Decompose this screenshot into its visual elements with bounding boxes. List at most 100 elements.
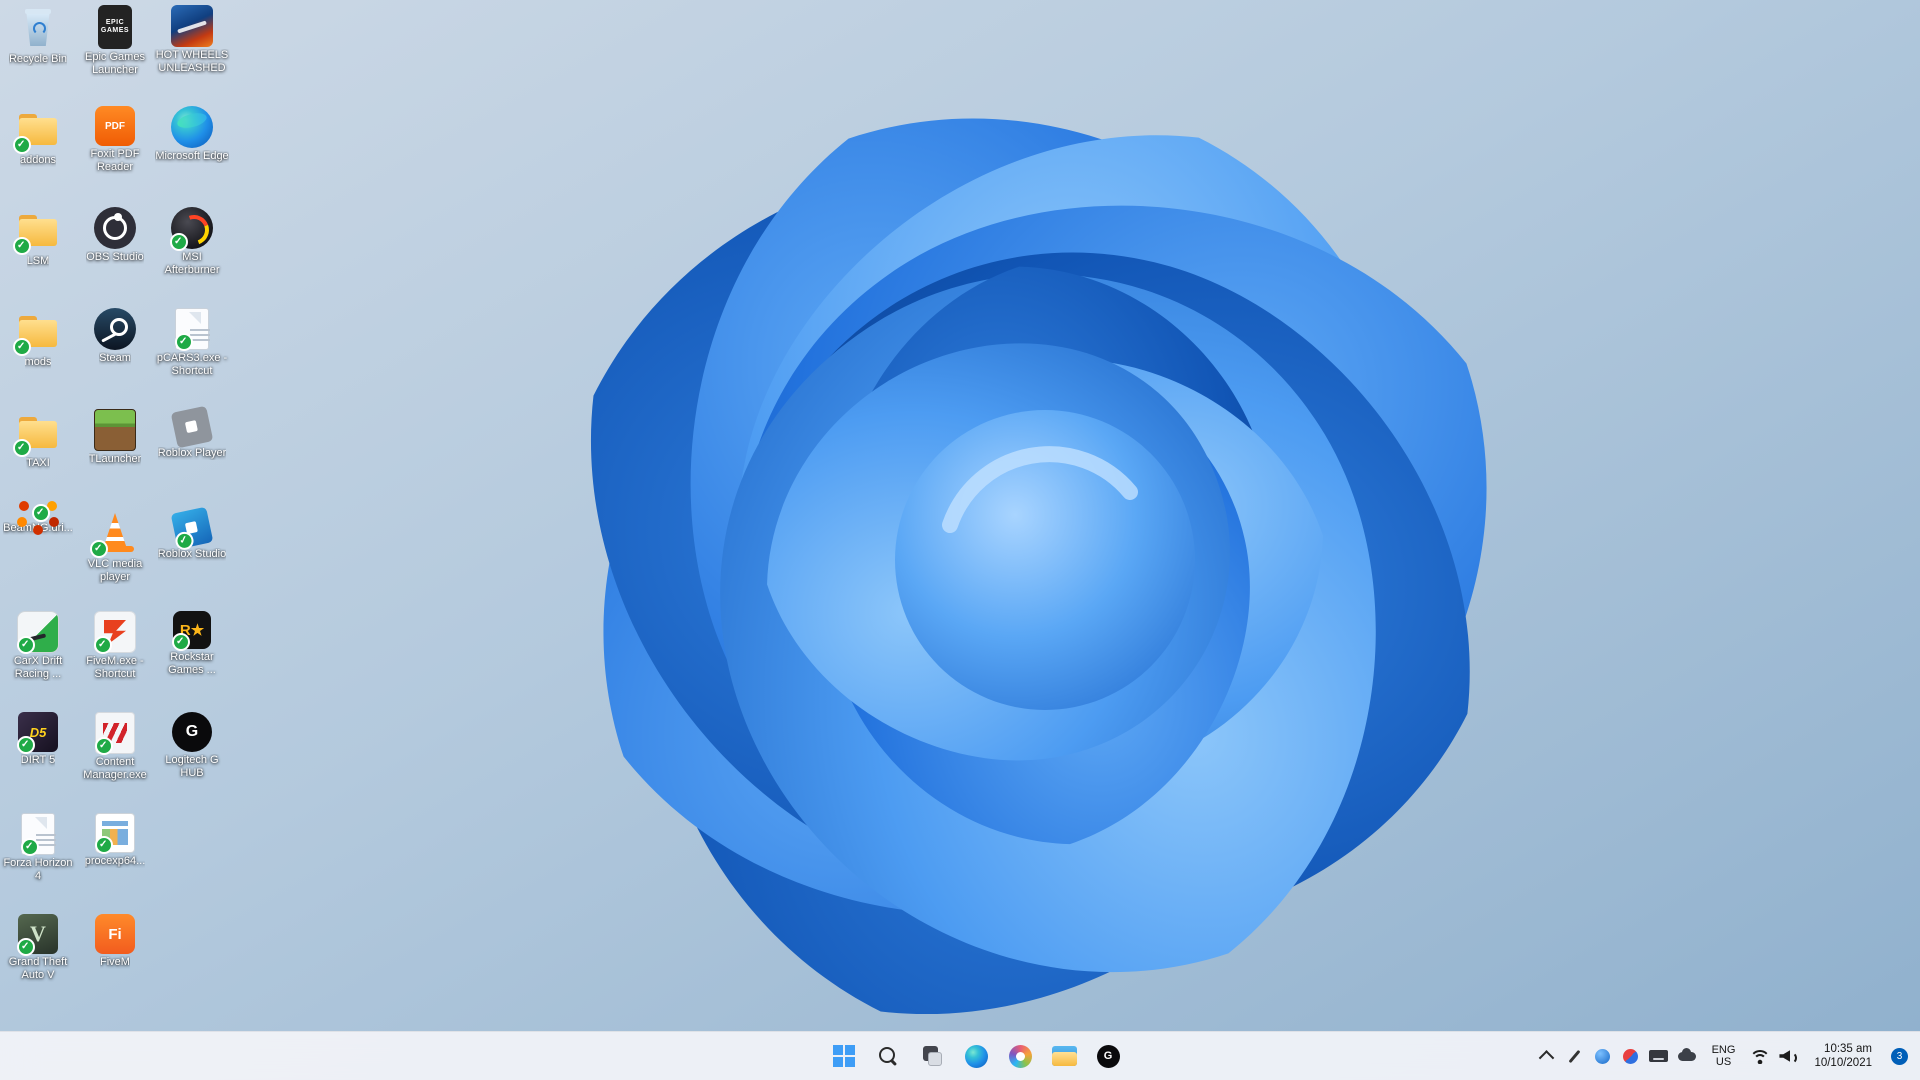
- desktop-icon-pcars3-shortcut[interactable]: pCARS3.exe - Shortcut: [154, 305, 230, 405]
- desktop-icon-microsoft-edge[interactable]: Microsoft Edge: [154, 103, 230, 203]
- desktop-icon-label: Recycle Bin: [8, 53, 68, 65]
- desktop-icon-epic-games-launcher[interactable]: EPIC GAMES Epic Games Launcher: [77, 2, 153, 102]
- file-explorer-button[interactable]: [1044, 1036, 1084, 1076]
- desktop-icon-roblox-player[interactable]: Roblox Player: [154, 405, 230, 506]
- carx-icon: [17, 611, 59, 654]
- start-icon: [833, 1045, 855, 1067]
- folder-icon: [13, 409, 62, 457]
- desktop-icon-mods[interactable]: mods: [0, 305, 76, 405]
- color-app-button[interactable]: [1617, 1036, 1645, 1076]
- recycle-icon: [14, 5, 62, 51]
- desktop-icon-label: LSM: [26, 255, 50, 267]
- rockstar-icon: R★: [172, 611, 211, 651]
- desktop-icon-logitech-g-hub[interactable]: G Logitech G HUB: [154, 709, 230, 809]
- blue-app-button[interactable]: [1589, 1036, 1617, 1076]
- sync-check-icon: [95, 836, 113, 854]
- desktop-icon-roblox-studio[interactable]: Roblox Studio: [154, 506, 230, 607]
- cm-icon: [95, 712, 135, 755]
- edge-button[interactable]: [956, 1036, 996, 1076]
- ghub-icon: G: [1096, 1044, 1120, 1068]
- desktop-icon-label: MSI Afterburner: [164, 251, 220, 276]
- icon-glyph-text: G: [185, 723, 199, 740]
- edge-icon: [964, 1044, 988, 1068]
- desktop-icon-foxit-pdf-reader[interactable]: PDF Foxit PDF Reader: [77, 103, 153, 203]
- desktop-icon-label: CarX Drift Racing ...: [13, 655, 63, 680]
- start-button[interactable]: [824, 1036, 864, 1076]
- desktop-icon-label: Steam: [99, 352, 131, 364]
- sync-check-icon: [170, 233, 188, 251]
- desktop-icon-label: BeamNG.dri...: [3, 522, 73, 534]
- sync-check-icon: [13, 237, 31, 255]
- desktop-icon-tlauncher[interactable]: TLauncher: [77, 406, 153, 506]
- hotwheels-icon: [171, 5, 213, 47]
- blue-icon: [1595, 1048, 1611, 1064]
- tray-icons: [1533, 1036, 1701, 1076]
- desktop-icon-obs-studio[interactable]: OBS Studio: [77, 204, 153, 304]
- icon-glyph-text: D5: [29, 724, 47, 740]
- rbxstudio-icon: [170, 506, 214, 552]
- desktop-icon-steam[interactable]: Steam: [77, 305, 153, 405]
- desktop-icon-label: VLC media player: [87, 558, 143, 583]
- desktop-icon-hot-wheels-unleashed[interactable]: HOT WHEELS UNLEASHED: [154, 2, 230, 102]
- notification-center-button[interactable]: 3: [1883, 1036, 1916, 1076]
- desktop-icon-addons[interactable]: addons: [0, 103, 76, 203]
- gtav-icon: V: [17, 914, 58, 956]
- search-button[interactable]: [868, 1036, 908, 1076]
- desktop-icon-content-manager[interactable]: Content Manager.exe: [77, 709, 153, 809]
- desktop-icon-label: TAXI: [26, 457, 50, 469]
- sync-check-icon: [17, 736, 35, 754]
- g-hub-button[interactable]: G: [1088, 1036, 1128, 1076]
- desktop-icon-carx-drift-racing[interactable]: CarX Drift Racing ...: [0, 608, 76, 708]
- search-icon: [877, 1045, 899, 1067]
- desktop-icon-grid: Recycle Bin EPIC GAMES Epic Games Launcher…: [0, 0, 1920, 1080]
- desktop-icon-label: Forza Horizon 4: [3, 857, 73, 882]
- desktop-icon-fivem-exe-shortcut[interactable]: FiveM.exe - Shortcut: [77, 608, 153, 708]
- pen-button[interactable]: [1561, 1036, 1589, 1076]
- desktop-icon-procexp64[interactable]: procexp64...: [77, 810, 153, 910]
- photos-icon: [1008, 1044, 1032, 1068]
- desktop-icon-label: Roblox Studio: [157, 548, 227, 560]
- desktop-icon-msi-afterburner[interactable]: MSI Afterburner: [154, 204, 230, 304]
- desktop-icon-fivem[interactable]: Fi FiveM: [77, 911, 153, 1011]
- roblox-icon: [170, 405, 214, 449]
- desktop: Recycle Bin EPIC GAMES Epic Games Launcher…: [0, 0, 1920, 1080]
- sync-check-icon: [95, 737, 113, 755]
- hidden-icons-button[interactable]: [1533, 1036, 1561, 1076]
- desktop-icon-vlc-media-player[interactable]: VLC media player: [77, 507, 153, 607]
- language-line2: US: [1715, 1056, 1732, 1068]
- desktop-icon-dirt-5[interactable]: D5 DIRT 5: [0, 709, 76, 809]
- icon-glyph-text: G: [1103, 1050, 1113, 1062]
- desktop-icon-beamng-drive[interactable]: BeamNG.dri...: [0, 504, 76, 607]
- sync-check-icon: [17, 938, 35, 956]
- folder-icon: [13, 207, 62, 255]
- desktop-icon-label: Content Manager.exe: [83, 756, 147, 781]
- volume-button[interactable]: [1775, 1036, 1803, 1076]
- desktop-icon-forza-horizon-4[interactable]: Forza Horizon 4: [0, 810, 76, 910]
- desktop-icon-recycle-bin[interactable]: Recycle Bin: [0, 2, 76, 102]
- obs-icon: [94, 207, 136, 249]
- recycle-arrows-icon: [33, 22, 46, 35]
- sync-check-icon: [21, 838, 39, 856]
- colors-icon: [1623, 1048, 1639, 1064]
- desktop-icon-label: FiveM.exe - Shortcut: [86, 655, 144, 680]
- network-button[interactable]: [1746, 1036, 1774, 1076]
- volume-icon: [1779, 1049, 1799, 1064]
- desktop-icon-rockstar-games[interactable]: R★Rockstar Games ...: [154, 608, 230, 708]
- desktop-icon-lsm[interactable]: LSM: [0, 204, 76, 304]
- sync-check-icon: [17, 636, 35, 654]
- task-view-button[interactable]: [912, 1036, 952, 1076]
- photos-button[interactable]: [1000, 1036, 1040, 1076]
- icon-glyph-text: Fi: [108, 925, 122, 943]
- language-switcher[interactable]: ENG US: [1702, 1036, 1746, 1076]
- desktop-icon-label: Rockstar Games ...: [168, 651, 216, 676]
- cloud-app-button[interactable]: [1673, 1036, 1701, 1076]
- sync-check-icon: [13, 136, 31, 154]
- desktop-icon-label: mods: [24, 356, 52, 368]
- sync-check-icon: [94, 636, 112, 654]
- foxit-icon: PDF: [95, 106, 135, 146]
- desktop-icon-taxi[interactable]: TAXI: [0, 406, 76, 506]
- desktop-icon-grand-theft-auto-v[interactable]: VGrand Theft Auto V: [0, 911, 76, 1011]
- cloud-icon: [1677, 1047, 1696, 1061]
- clock-button[interactable]: 10:35 am 10/10/2021: [1804, 1036, 1882, 1076]
- touch-keyboard-button[interactable]: [1645, 1036, 1673, 1076]
